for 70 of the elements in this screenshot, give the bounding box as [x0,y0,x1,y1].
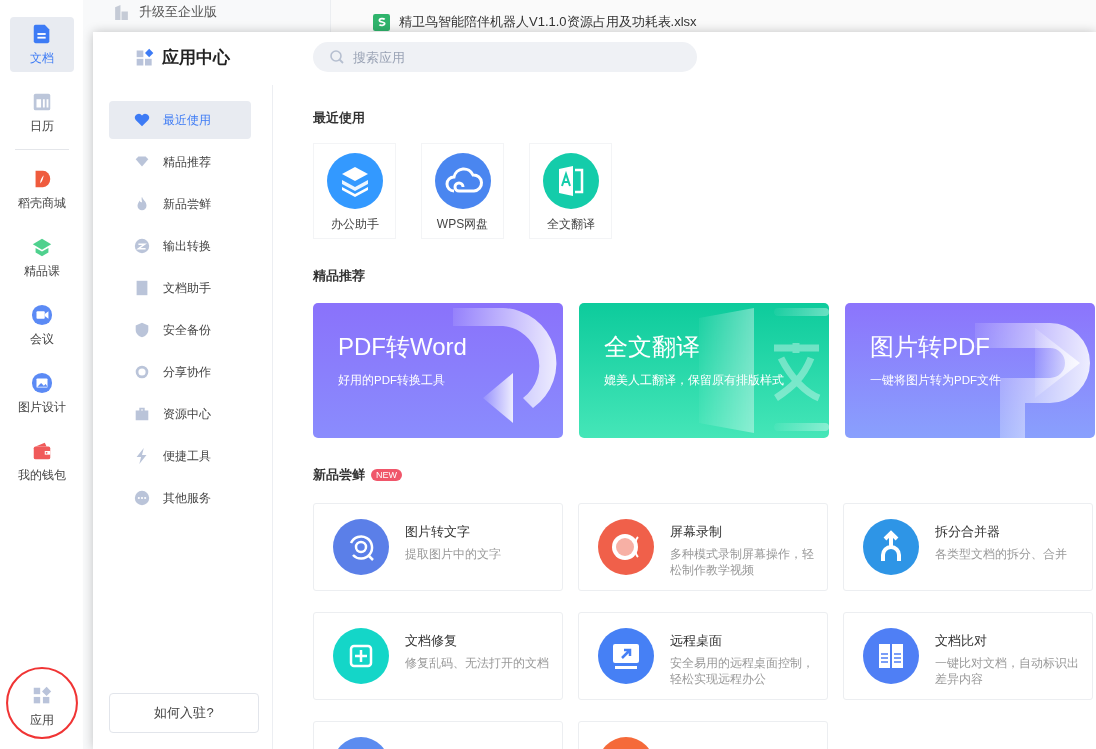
new-badge: NEW [371,469,402,481]
search-icon [329,49,345,65]
app-card[interactable]: 拆分合并器 各类型文档的拆分、合并 [843,503,1093,591]
recent-app-tile[interactable]: WPS网盘 [421,143,504,239]
app-description: 各类型文档的拆分、合并 [935,547,1068,562]
sidebar-item[interactable]: 图片设计 [9,366,74,421]
app-name: 屏幕录制 [670,523,723,541]
shield-icon [133,321,151,339]
monitor-icon [598,628,654,684]
video-camera-icon [30,303,53,326]
app-name: 文档修复 [405,632,458,650]
app-description: 提取图片中的文字 [405,547,502,562]
apps-icon [135,47,155,68]
file-name[interactable]: 精卫鸟智能陪伴机器人V1.1.0资源占用及功耗表.xlsx [399,13,697,31]
image-icon [30,371,53,394]
app-description: 修复乱码、无法打开的文档 [405,656,550,671]
nav-item[interactable]: 精品推荐 [109,143,251,181]
banner-subtitle: 媲美人工翻译，保留原有排版样式 [604,373,785,388]
app-name: 文档比对 [935,632,988,650]
app-description: 安全易用的远程桌面控制，轻松实现远程办公 [670,656,815,687]
app-name: 远程桌面 [670,632,723,650]
sync-icon [133,363,151,381]
cloud-icon [434,153,491,209]
building-icon [113,3,130,21]
record-icon [598,519,654,575]
banner-subtitle: 一键将图片转为PDF文件 [870,373,1002,388]
app-description: 一键比对文档，自动标识出差异内容 [935,656,1080,687]
compare-icon [863,628,919,684]
sidebar-item[interactable]: 稻壳商城 [9,162,74,217]
banner-title: 图片转PDF [870,332,991,362]
nav-item[interactable]: 分享协作 [109,353,251,391]
app-name: 拆分合并器 [935,523,1001,541]
app-name: 图片转文字 [405,523,471,541]
banner-subtitle: 好用的PDF转换工具 [338,373,446,388]
section-title: 精品推荐 [313,267,366,285]
recent-app-tile[interactable]: 全文翻译 [529,143,612,239]
more-icon [133,489,151,507]
nav-item[interactable]: 安全备份 [109,311,251,349]
section-title: 新品尝鲜 [313,466,365,484]
upgrade-link[interactable]: 升级至企业版 [139,3,217,21]
sidebar-item[interactable]: 我的钱包 [9,434,74,489]
recent-app-tile[interactable]: 办公助手 [313,143,396,239]
nav-item[interactable]: 其他服务 [109,479,251,517]
panel-title: 应用中心 [162,47,230,69]
nav-item[interactable]: 资源中心 [109,395,251,433]
nav-item[interactable]: 便捷工具 [109,437,251,475]
app-card[interactable]: 文档比对 一键比对文档，自动标识出差异内容 [843,612,1093,700]
repair-icon [333,628,389,684]
search-field[interactable]: 搜索应用 [313,42,697,72]
scan-icon [333,519,389,575]
heart-icon [133,111,151,129]
app-card[interactable]: 图片转文字 提取图片中的文字 [313,503,563,591]
sidebar-item[interactable]: 会议 [9,298,74,353]
briefcase-icon [133,405,151,423]
app-card[interactable]: 文档修复 修复乱码、无法打开的文档 [313,612,563,700]
nav-item[interactable]: 输出转换 [109,227,251,265]
section-title: 最近使用 [313,109,366,127]
nav-item[interactable]: 文档助手 [109,269,251,307]
banner-title: PDF转Word [338,332,468,362]
translate-icon [542,153,599,209]
sidebar-item[interactable]: 日历 [9,85,74,140]
nav-item[interactable]: 新品尝鲜 [109,185,251,223]
convert-icon [133,237,151,255]
banner-title: 全文翻译 [604,332,701,362]
app-description: 多种模式录制屏幕操作，轻松制作教学视频 [670,547,815,578]
sidebar-item[interactable]: 精品课 [9,230,74,285]
layers-icon [326,153,383,209]
join-button[interactable]: 如何入驻? [109,693,259,733]
app-card[interactable]: 远程桌面 安全易用的远程桌面控制，轻松实现远程办公 [578,612,828,700]
app-card[interactable]: 屏幕录制 多种模式录制屏幕操作，轻松制作教学视频 [578,503,828,591]
